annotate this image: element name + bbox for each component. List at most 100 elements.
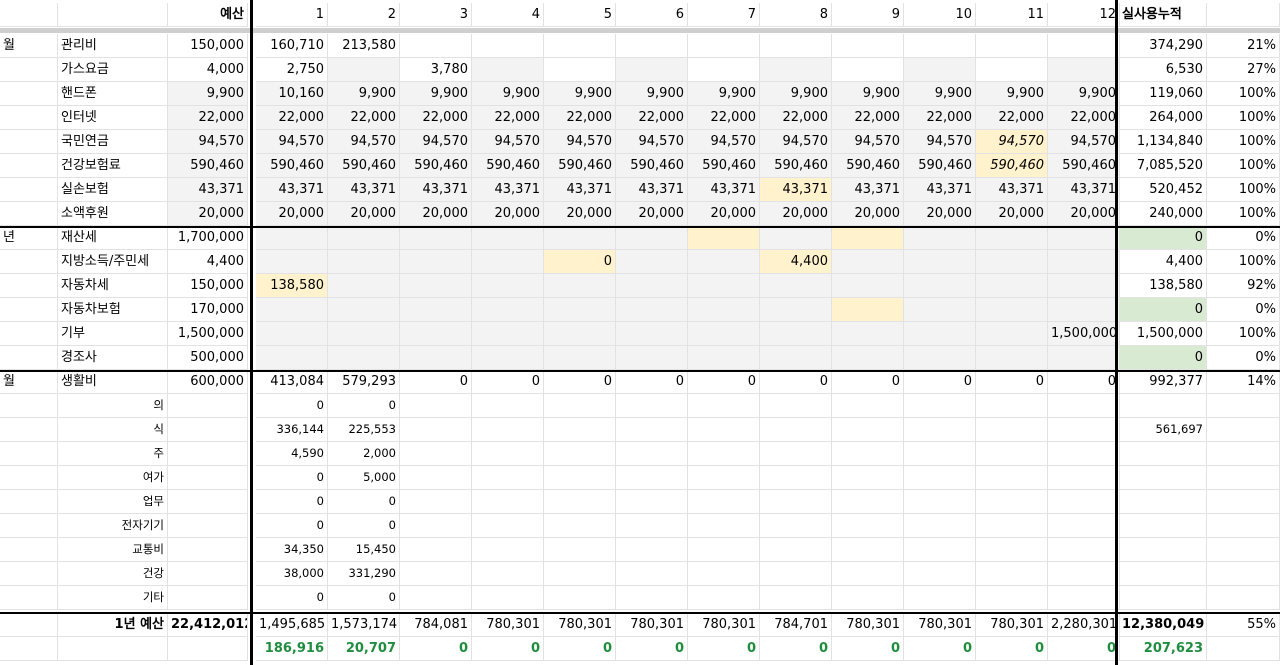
month-cell[interactable]: 22,000 bbox=[1048, 106, 1120, 130]
month-cell[interactable] bbox=[616, 562, 688, 586]
header-month-3[interactable]: 3 bbox=[400, 3, 472, 27]
difference-cumulative[interactable]: 207,623 bbox=[1119, 637, 1207, 661]
month-cell[interactable] bbox=[976, 58, 1048, 82]
group-label[interactable] bbox=[0, 58, 58, 82]
group-label[interactable] bbox=[0, 586, 58, 610]
pct-cell[interactable]: 14% bbox=[1207, 370, 1280, 394]
month-cell[interactable] bbox=[760, 34, 832, 58]
month-cell[interactable]: 0 bbox=[328, 586, 400, 610]
difference-month-cell[interactable]: 186,916 bbox=[256, 637, 328, 661]
month-cell[interactable]: 43,371 bbox=[688, 178, 760, 202]
month-cell[interactable] bbox=[688, 490, 760, 514]
month-cell[interactable] bbox=[976, 418, 1048, 442]
month-cell[interactable]: 43,371 bbox=[472, 178, 544, 202]
sub-item-name[interactable]: 교통비 bbox=[58, 538, 168, 562]
month-cell[interactable]: 20,000 bbox=[904, 202, 976, 226]
header-month-7[interactable]: 7 bbox=[688, 3, 760, 27]
month-cell[interactable] bbox=[400, 322, 472, 346]
month-cell[interactable] bbox=[1048, 442, 1120, 466]
cumulative-cell[interactable] bbox=[1119, 514, 1207, 538]
month-cell[interactable]: 579,293 bbox=[328, 370, 400, 394]
month-cell[interactable]: 0 bbox=[256, 514, 328, 538]
budget-cell[interactable] bbox=[168, 394, 248, 418]
cumulative-cell[interactable] bbox=[1119, 562, 1207, 586]
month-cell[interactable] bbox=[256, 250, 328, 274]
group-label[interactable] bbox=[0, 274, 58, 298]
group-label[interactable]: 월 bbox=[0, 34, 58, 58]
difference-month-cell[interactable]: 0 bbox=[688, 637, 760, 661]
month-cell[interactable] bbox=[832, 442, 904, 466]
month-cell[interactable]: 590,460 bbox=[760, 154, 832, 178]
month-cell[interactable] bbox=[832, 538, 904, 562]
month-cell[interactable]: 9,900 bbox=[904, 82, 976, 106]
month-cell[interactable] bbox=[472, 346, 544, 370]
month-cell[interactable] bbox=[904, 322, 976, 346]
month-cell[interactable]: 22,000 bbox=[400, 106, 472, 130]
cumulative-cell[interactable] bbox=[1119, 490, 1207, 514]
total-label[interactable]: 1년 예산 bbox=[58, 613, 168, 637]
month-cell[interactable] bbox=[832, 394, 904, 418]
month-cell[interactable]: 22,000 bbox=[976, 106, 1048, 130]
month-cell[interactable] bbox=[904, 514, 976, 538]
month-cell[interactable]: 34,350 bbox=[256, 538, 328, 562]
month-cell[interactable] bbox=[472, 322, 544, 346]
month-cell[interactable]: 331,290 bbox=[328, 562, 400, 586]
group-label[interactable]: 월 bbox=[0, 370, 58, 394]
month-cell[interactable] bbox=[400, 562, 472, 586]
month-cell[interactable]: 590,460 bbox=[256, 154, 328, 178]
month-cell[interactable]: 94,570 bbox=[832, 130, 904, 154]
budget-cell[interactable]: 590,460 bbox=[168, 154, 248, 178]
sub-item-name[interactable]: 업무 bbox=[58, 490, 168, 514]
month-cell[interactable] bbox=[1048, 394, 1120, 418]
cumulative-cell[interactable]: 6,530 bbox=[1119, 58, 1207, 82]
month-cell[interactable]: 0 bbox=[328, 514, 400, 538]
month-cell[interactable] bbox=[1048, 418, 1120, 442]
total-month-cell[interactable]: 780,301 bbox=[976, 613, 1048, 637]
month-cell[interactable]: 4,400 bbox=[760, 250, 832, 274]
month-cell[interactable]: 20,000 bbox=[472, 202, 544, 226]
budget-cell[interactable] bbox=[168, 586, 248, 610]
cumulative-cell[interactable] bbox=[1119, 442, 1207, 466]
month-cell[interactable] bbox=[976, 298, 1048, 322]
item-name[interactable]: 핸드폰 bbox=[58, 82, 168, 106]
month-cell[interactable]: 590,460 bbox=[328, 154, 400, 178]
month-cell[interactable]: 38,000 bbox=[256, 562, 328, 586]
month-cell[interactable] bbox=[976, 442, 1048, 466]
month-cell[interactable] bbox=[760, 394, 832, 418]
total-month-cell[interactable]: 780,301 bbox=[832, 613, 904, 637]
difference-month-cell[interactable]: 0 bbox=[976, 637, 1048, 661]
item-name[interactable]: 재산세 bbox=[58, 226, 168, 250]
month-cell[interactable] bbox=[760, 586, 832, 610]
month-cell[interactable] bbox=[976, 226, 1048, 250]
total-month-cell[interactable]: 780,301 bbox=[616, 613, 688, 637]
month-cell[interactable] bbox=[472, 538, 544, 562]
month-cell[interactable]: 336,144 bbox=[256, 418, 328, 442]
month-cell[interactable]: 1,500,000 bbox=[1048, 322, 1120, 346]
group-label[interactable] bbox=[0, 538, 58, 562]
month-cell[interactable] bbox=[832, 586, 904, 610]
difference-month-cell[interactable]: 0 bbox=[760, 637, 832, 661]
month-cell[interactable] bbox=[472, 562, 544, 586]
month-cell[interactable]: 0 bbox=[760, 370, 832, 394]
month-cell[interactable] bbox=[544, 466, 616, 490]
month-cell[interactable] bbox=[760, 274, 832, 298]
month-cell[interactable]: 9,900 bbox=[976, 82, 1048, 106]
month-cell[interactable] bbox=[760, 346, 832, 370]
sub-item-name[interactable]: 주 bbox=[58, 442, 168, 466]
budget-cell[interactable]: 20,000 bbox=[168, 202, 248, 226]
month-cell[interactable]: 0 bbox=[256, 466, 328, 490]
month-cell[interactable] bbox=[1048, 226, 1120, 250]
month-cell[interactable] bbox=[328, 274, 400, 298]
sub-item-name[interactable]: 건강 bbox=[58, 562, 168, 586]
budget-cell[interactable]: 9,900 bbox=[168, 82, 248, 106]
group-label[interactable] bbox=[0, 442, 58, 466]
budget-cell[interactable]: 1,700,000 bbox=[168, 226, 248, 250]
month-cell[interactable] bbox=[832, 226, 904, 250]
cumulative-cell[interactable]: 0 bbox=[1119, 298, 1207, 322]
month-cell[interactable]: 20,000 bbox=[544, 202, 616, 226]
month-cell[interactable]: 43,371 bbox=[400, 178, 472, 202]
month-cell[interactable] bbox=[832, 58, 904, 82]
group-label[interactable] bbox=[0, 106, 58, 130]
month-cell[interactable] bbox=[904, 394, 976, 418]
month-cell[interactable] bbox=[904, 466, 976, 490]
